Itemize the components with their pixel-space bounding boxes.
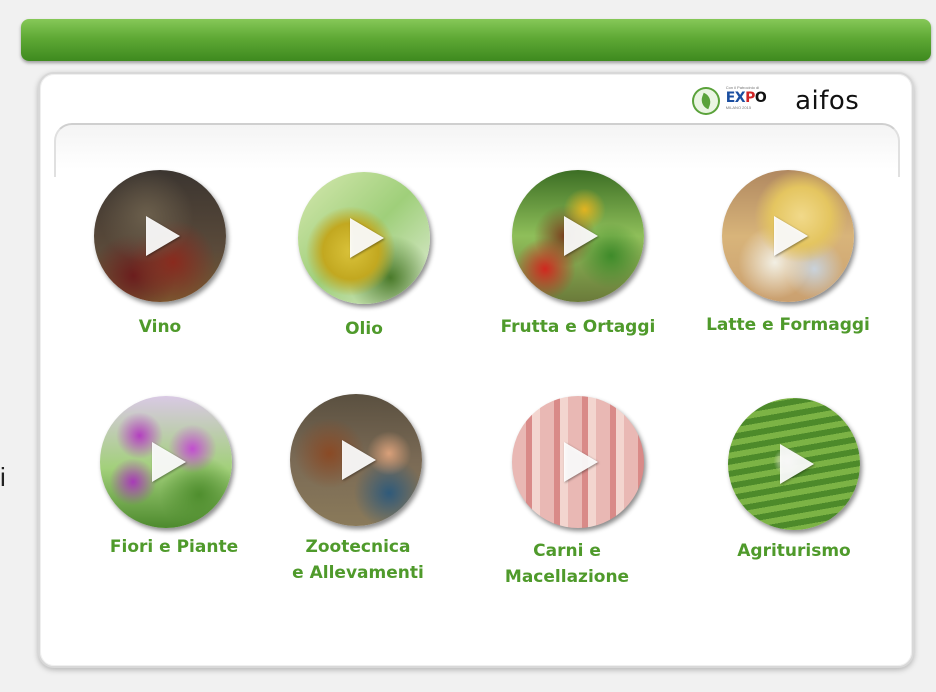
play-icon[interactable] — [564, 216, 598, 256]
sponsor-logos: Con il Patrocinio di EXPO MILANO 2015 ai… — [692, 83, 884, 119]
tile-carni-macellazione[interactable]: Carni e Macellazione — [477, 396, 657, 596]
stray-text: i — [0, 462, 6, 492]
tile-label[interactable]: Carni e Macellazione — [477, 538, 657, 590]
tile-latte-formaggi[interactable]: Latte e Formaggi — [698, 170, 878, 370]
aifos-logo: aifos — [793, 84, 884, 118]
tile-label[interactable]: Agriturismo — [704, 538, 884, 564]
tile-label[interactable]: Olio — [274, 316, 454, 342]
fruit-vegetables-image[interactable] — [512, 170, 644, 302]
olive-oil-image[interactable] — [298, 172, 430, 304]
livestock-image[interactable] — [290, 394, 422, 526]
play-icon[interactable] — [780, 444, 814, 484]
panel-header — [54, 123, 900, 177]
expo-wordmark: EXPO — [725, 90, 767, 106]
cheese-image[interactable] — [722, 170, 854, 302]
tile-label[interactable]: Vino — [70, 314, 250, 340]
tile-frutta-ortaggi[interactable]: Frutta e Ortaggi — [488, 170, 668, 370]
play-icon[interactable] — [774, 216, 808, 256]
play-icon[interactable] — [342, 440, 376, 480]
play-icon[interactable] — [564, 442, 598, 482]
tile-label[interactable]: Frutta e Ortaggi — [488, 314, 668, 340]
tile-vino[interactable]: Vino — [70, 170, 250, 370]
wine-image[interactable] — [94, 170, 226, 302]
tile-label[interactable]: Latte e Formaggi — [698, 312, 878, 338]
play-icon[interactable] — [146, 216, 180, 256]
meat-image[interactable] — [512, 396, 644, 528]
expo-leaf-icon — [692, 87, 720, 115]
tile-agriturismo[interactable]: Agriturismo — [704, 398, 884, 598]
top-banner — [21, 19, 931, 61]
tile-olio[interactable]: Olio — [274, 172, 454, 372]
expo-logo: Con il Patrocinio di EXPO MILANO 2015 — [726, 85, 779, 117]
farmhouse-image[interactable] — [728, 398, 860, 530]
play-icon[interactable] — [350, 218, 384, 258]
tile-fiori-piante[interactable]: Fiori e Piante — [84, 396, 264, 596]
tile-zootecnica[interactable]: Zootecnica e Allevamenti — [268, 394, 448, 594]
flowers-image[interactable] — [100, 396, 232, 528]
tile-label[interactable]: Fiori e Piante — [84, 534, 264, 560]
play-icon[interactable] — [152, 442, 186, 482]
tile-label[interactable]: Zootecnica e Allevamenti — [268, 534, 448, 586]
